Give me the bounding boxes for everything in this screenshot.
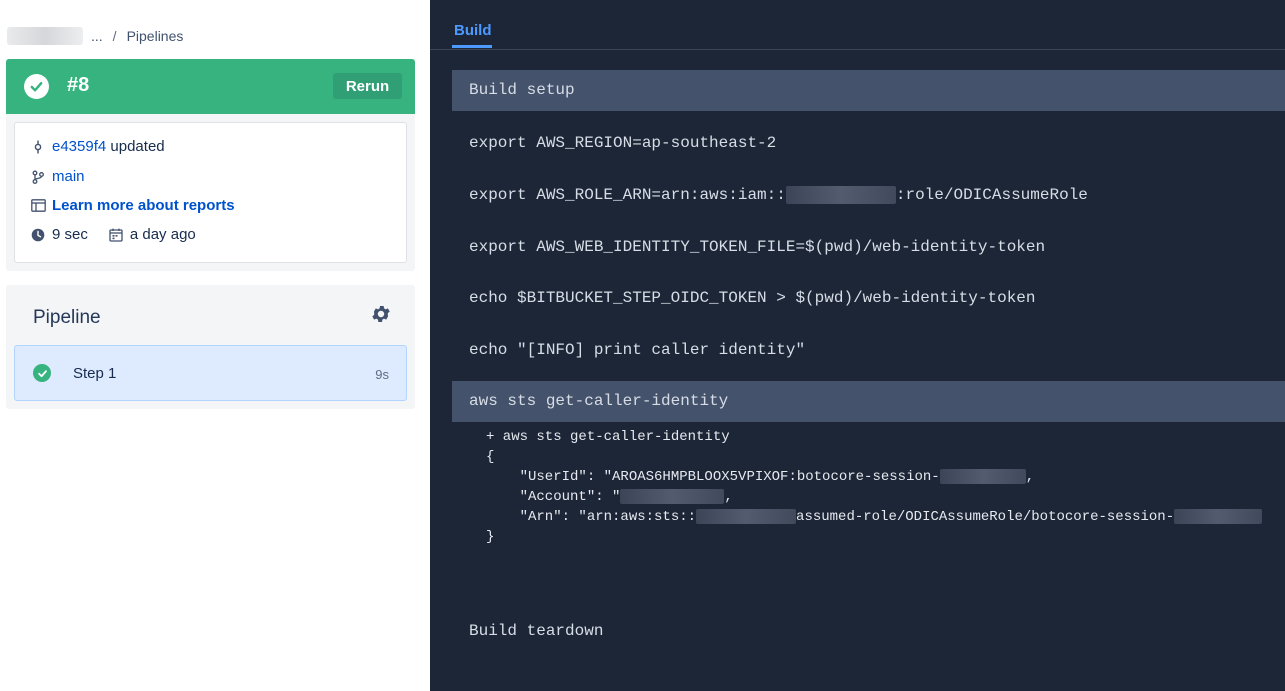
- redacted-arn-session: [1174, 509, 1263, 524]
- role-arn-suffix: :role/ODICAssumeRole: [895, 186, 1088, 205]
- step-success-icon: [33, 364, 51, 382]
- sts-command-section[interactable]: aws sts get-caller-identity: [452, 381, 1285, 422]
- branch-row: main: [30, 168, 85, 185]
- redacted-session-id: [939, 469, 1026, 484]
- build-date: a day ago: [129, 226, 196, 243]
- output-line: }: [486, 529, 495, 545]
- log-command: export AWS_WEB_IDENTITY_TOKEN_FILE=$(pwd…: [469, 238, 1046, 256]
- build-number: #8: [67, 74, 90, 96]
- userid-prefix: "UserId": "AROAS6HMPBLOOX5VPIXOF:botocor…: [486, 469, 940, 486]
- pipeline-step-item[interactable]: Step 1 9s: [14, 345, 407, 401]
- breadcrumb-pipelines-link[interactable]: Pipelines: [127, 28, 184, 44]
- calendar-icon: [108, 227, 124, 243]
- log-command: echo "[INFO] print caller identity": [469, 341, 806, 359]
- breadcrumb-ellipsis[interactable]: ...: [91, 28, 103, 44]
- pipeline-panel: Pipeline Step 1 9s: [6, 285, 415, 409]
- commit-row: e4359f4 updated: [30, 138, 165, 155]
- branch-icon: [30, 169, 46, 185]
- output-line: "UserId": "AROAS6HMPBLOOX5VPIXOF:botocor…: [486, 469, 1034, 485]
- tab-build[interactable]: Build: [454, 22, 492, 39]
- redacted-account-number: [620, 489, 725, 504]
- redacted-account-id: [785, 186, 896, 204]
- pipeline-title: Pipeline: [33, 307, 101, 328]
- build-setup-section[interactable]: Build setup: [452, 70, 1285, 111]
- breadcrumb-separator: /: [112, 28, 117, 44]
- userid-suffix: ,: [1025, 469, 1035, 486]
- commit-hash-link[interactable]: e4359f4: [52, 138, 106, 155]
- commit-message: updated: [110, 138, 165, 155]
- left-panel: ... / Pipelines #8 Rerun e4359f4 updated: [0, 0, 430, 691]
- timing-row: 9 sec a day ago: [30, 226, 196, 243]
- account-prefix: "Account": ": [486, 489, 621, 506]
- active-tab-indicator: [452, 45, 492, 48]
- output-line: "Arn": "arn:aws:sts:: assumed-role/ODICAs…: [486, 509, 1263, 526]
- redacted-arn-account: [696, 509, 797, 524]
- reports-icon: [30, 198, 46, 214]
- build-status-header: #8 Rerun: [6, 59, 415, 114]
- log-command: export AWS_ROLE_ARN=arn:aws:iam:::role/O…: [469, 186, 1088, 204]
- arn-prefix: "Arn": "arn:aws:sts::: [486, 509, 697, 526]
- log-command: export AWS_REGION=ap-southeast-2: [469, 134, 777, 152]
- rerun-button[interactable]: Rerun: [333, 73, 402, 99]
- learn-more-reports-link[interactable]: Learn more about reports: [52, 197, 235, 214]
- output-line: {: [486, 449, 495, 465]
- log-panel: Build Build setup export AWS_REGION=ap-s…: [430, 0, 1285, 691]
- gear-icon[interactable]: [370, 303, 392, 325]
- success-check-icon: [24, 74, 49, 99]
- build-details: e4359f4 updated main Learn more about re…: [14, 122, 407, 263]
- clock-icon: [30, 227, 46, 243]
- build-teardown-section[interactable]: Build teardown: [469, 622, 603, 640]
- arn-middle: assumed-role/ODICAssumeRole/botocore-ses…: [796, 509, 1175, 526]
- log-command: echo $BITBUCKET_STEP_OIDC_TOKEN > $(pwd)…: [469, 289, 1036, 307]
- role-arn-prefix: export AWS_ROLE_ARN=arn:aws:iam::: [469, 186, 786, 205]
- commit-icon: [30, 139, 46, 155]
- log-tabbar: Build: [430, 0, 1285, 50]
- output-line: "Account": ",: [486, 489, 733, 505]
- breadcrumb: ... / Pipelines: [7, 26, 183, 46]
- account-suffix: ,: [724, 489, 733, 506]
- build-duration: 9 sec: [52, 226, 88, 243]
- step-label: Step 1: [73, 365, 117, 382]
- step-duration: 9s: [375, 367, 389, 382]
- redacted-repo-name: [7, 27, 83, 45]
- build-summary-card: #8 Rerun e4359f4 updated main Learn more…: [6, 59, 415, 271]
- output-line: + aws sts get-caller-identity: [486, 429, 730, 445]
- branch-link[interactable]: main: [52, 168, 85, 185]
- reports-row: Learn more about reports: [30, 197, 235, 214]
